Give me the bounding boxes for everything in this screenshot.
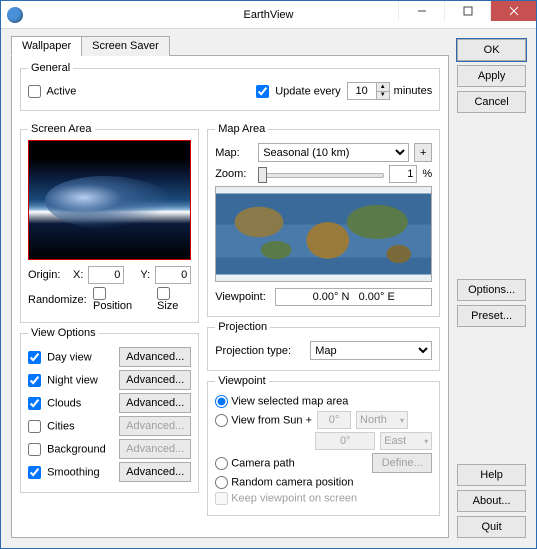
map-add-button[interactable]: + bbox=[414, 143, 432, 162]
viewopt-clouds-checkbox[interactable]: Clouds bbox=[28, 397, 81, 410]
zoom-unit: % bbox=[422, 168, 432, 180]
x-label: X: bbox=[73, 269, 83, 281]
options-button[interactable]: Options... bbox=[457, 279, 526, 301]
projection-type-select[interactable]: Map bbox=[310, 341, 432, 360]
update-interval-input[interactable] bbox=[347, 82, 377, 100]
update-unit: minutes bbox=[394, 85, 433, 97]
about-button[interactable]: About... bbox=[457, 490, 526, 512]
viewopt-smoothing-advanced-button[interactable]: Advanced... bbox=[119, 462, 191, 482]
map-area-preview[interactable] bbox=[215, 186, 432, 282]
sun-dir2-select: East bbox=[380, 432, 432, 450]
quit-button[interactable]: Quit bbox=[457, 516, 526, 538]
view-from-sun-radio[interactable]: View from Sun + bbox=[215, 414, 312, 427]
update-every-checkbox[interactable]: Update every bbox=[256, 85, 341, 98]
map-label: Map: bbox=[215, 147, 253, 159]
update-label: Update every bbox=[275, 85, 340, 97]
randomize-position-checkbox[interactable]: Position bbox=[93, 287, 143, 312]
sun-deg1: 0° bbox=[317, 411, 351, 429]
origin-label: Origin: bbox=[28, 269, 68, 281]
y-label: Y: bbox=[140, 269, 150, 281]
tab-screensaver[interactable]: Screen Saver bbox=[81, 36, 170, 56]
projection-legend: Projection bbox=[215, 321, 270, 333]
sun-dir1-select: North bbox=[356, 411, 408, 429]
window-title: EarthView bbox=[244, 9, 294, 21]
viewopt-cities-advanced-button: Advanced... bbox=[119, 416, 191, 436]
general-legend: General bbox=[28, 62, 73, 74]
viewopt-night view-checkbox[interactable]: Night view bbox=[28, 374, 98, 387]
view-selected-radio[interactable]: View selected map area bbox=[215, 395, 348, 408]
viewpoint-readout[interactable] bbox=[275, 288, 432, 306]
minimize-button[interactable] bbox=[398, 1, 444, 21]
close-button[interactable] bbox=[490, 1, 536, 21]
active-label: Active bbox=[46, 85, 76, 97]
screen-area-preview[interactable] bbox=[28, 140, 191, 260]
origin-x-input[interactable] bbox=[88, 266, 124, 284]
randomize-size-checkbox[interactable]: Size bbox=[157, 287, 191, 312]
viewopt-day view-advanced-button[interactable]: Advanced... bbox=[119, 347, 191, 367]
update-spinner[interactable]: ▲▼ bbox=[377, 82, 390, 100]
map-select[interactable]: Seasonal (10 km) bbox=[258, 143, 409, 162]
viewopt-background-checkbox[interactable]: Background bbox=[28, 443, 106, 456]
origin-y-input[interactable] bbox=[155, 266, 191, 284]
viewopt-background-advanced-button: Advanced... bbox=[119, 439, 191, 459]
viewpoint-label: Viewpoint: bbox=[215, 291, 270, 303]
map-area-group: Map Area Map: Seasonal (10 km) + Zoom: %… bbox=[207, 123, 440, 317]
projection-type-label: Projection type: bbox=[215, 345, 305, 357]
zoom-slider[interactable] bbox=[258, 165, 384, 183]
viewopt-clouds-advanced-button[interactable]: Advanced... bbox=[119, 393, 191, 413]
view-options-group: View Options Day view Advanced... Night … bbox=[20, 327, 199, 493]
cancel-button[interactable]: Cancel bbox=[457, 91, 526, 113]
general-group: General Active Update every ▲▼ minutes bbox=[20, 62, 440, 111]
camera-path-radio[interactable]: Camera path bbox=[215, 457, 295, 470]
sun-deg2: 0° bbox=[315, 432, 375, 450]
ok-button[interactable]: OK bbox=[457, 39, 526, 61]
screen-area-legend: Screen Area bbox=[28, 123, 95, 135]
app-icon bbox=[7, 7, 23, 23]
viewopt-smoothing-checkbox[interactable]: Smoothing bbox=[28, 466, 100, 479]
zoom-label: Zoom: bbox=[215, 168, 253, 180]
map-area-legend: Map Area bbox=[215, 123, 268, 135]
app-window: EarthView Wallpaper Screen Saver General… bbox=[0, 0, 537, 549]
view-options-legend: View Options bbox=[28, 327, 99, 339]
screen-area-group: Screen Area Origin: X: Y: Randomize: Pos… bbox=[20, 123, 199, 323]
viewopt-day view-checkbox[interactable]: Day view bbox=[28, 351, 92, 364]
randomize-label: Randomize: bbox=[28, 294, 88, 306]
viewopt-cities-checkbox[interactable]: Cities bbox=[28, 420, 75, 433]
zoom-input[interactable] bbox=[389, 165, 417, 183]
maximize-button[interactable] bbox=[444, 1, 490, 21]
define-button: Define... bbox=[372, 453, 432, 473]
preset-button[interactable]: Preset... bbox=[457, 305, 526, 327]
viewopt-night view-advanced-button[interactable]: Advanced... bbox=[119, 370, 191, 390]
projection-group: Projection Projection type: Map bbox=[207, 321, 440, 371]
random-camera-radio[interactable]: Random camera position bbox=[215, 476, 353, 489]
help-button[interactable]: Help bbox=[457, 464, 526, 486]
titlebar: EarthView bbox=[1, 1, 536, 29]
active-checkbox[interactable]: Active bbox=[28, 85, 256, 98]
viewpoint-group: Viewpoint View selected map area View fr… bbox=[207, 375, 440, 516]
keep-viewpoint-checkbox: Keep viewpoint on screen bbox=[215, 492, 357, 505]
viewpoint-legend: Viewpoint bbox=[215, 375, 269, 387]
apply-button[interactable]: Apply bbox=[457, 65, 526, 87]
tab-wallpaper[interactable]: Wallpaper bbox=[11, 36, 82, 56]
